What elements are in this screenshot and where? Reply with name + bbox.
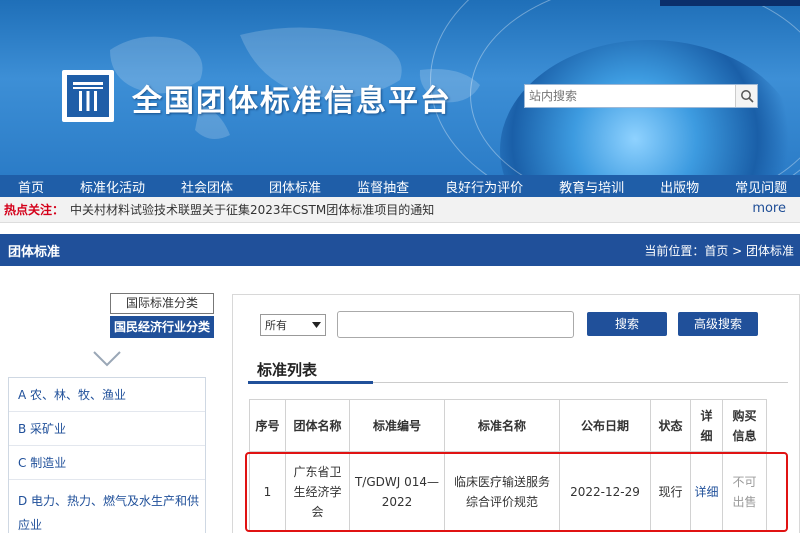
section-header: 团体标准 当前位置：首页 > 团体标准 xyxy=(0,234,800,266)
nav-item-home[interactable]: 首页 xyxy=(0,177,62,196)
col-header-detail: 详细 xyxy=(690,399,723,452)
advanced-search-button[interactable]: 高级搜索 xyxy=(678,312,758,336)
col-header-buy: 购买信息 xyxy=(722,399,767,452)
chevron-down-icon xyxy=(312,322,321,328)
list-title: 标准列表 xyxy=(257,361,318,379)
breadcrumb: 当前位置：首页 > 团体标准 xyxy=(644,243,794,258)
site-title: 全国团体标准信息平台 xyxy=(132,84,452,119)
hot-notice-link[interactable]: 中关村材料试验技术联盟关于征集2023年CSTM团体标准项目的通知 xyxy=(70,201,434,218)
category-list: A 农、林、牧、渔业 B 采矿业 C 制造业 D 电力、热力、燃气及水生产和供应… xyxy=(8,377,206,533)
top-links-strip xyxy=(660,0,800,6)
header-banner: 全国团体标准信息平台 xyxy=(0,0,800,175)
site-search xyxy=(524,84,758,108)
hot-notice-bar: 热点关注： 中关村材料试验技术联盟关于征集2023年CSTM团体标准项目的通知 … xyxy=(0,197,800,223)
col-header-code: 标准编号 xyxy=(349,399,445,452)
table-header-row: 序号 团体名称 标准编号 标准名称 公布日期 状态 详细 购买信息 xyxy=(249,399,767,452)
nav-item-standardization[interactable]: 标准化活动 xyxy=(62,177,163,196)
category-item-c[interactable]: C 制造业 xyxy=(9,446,205,480)
nav-item-faq[interactable]: 常见问题 xyxy=(717,177,800,196)
col-header-status: 状态 xyxy=(650,399,691,452)
nav-item-good-conduct[interactable]: 良好行为评价 xyxy=(427,177,541,196)
section-title: 团体标准 xyxy=(8,244,61,260)
col-header-name: 标准名称 xyxy=(444,399,560,452)
page: 全国团体标准信息平台 首页 标准化活动 社会团体 团体标准 监督抽查 良好行为评… xyxy=(0,0,800,533)
site-search-input[interactable] xyxy=(525,85,735,107)
more-link[interactable]: more xyxy=(752,201,786,216)
tab-economy-classification[interactable]: 国民经济行业分类 xyxy=(110,316,214,338)
nav-item-organizations[interactable]: 社会团体 xyxy=(163,177,251,196)
site-logo[interactable] xyxy=(62,70,114,122)
scope-select[interactable]: 所有 xyxy=(260,314,326,336)
main-nav: 首页 标准化活动 社会团体 团体标准 监督抽查 良好行为评价 教育与培训 出版物… xyxy=(0,175,800,197)
col-header-date: 公布日期 xyxy=(559,399,651,452)
chevron-down-icon xyxy=(93,351,121,367)
col-header-no: 序号 xyxy=(249,399,286,452)
search-button[interactable]: 搜索 xyxy=(587,312,667,336)
nav-item-training[interactable]: 教育与培训 xyxy=(541,177,642,196)
row-highlight-box xyxy=(245,452,788,532)
col-header-org: 团体名称 xyxy=(285,399,350,452)
search-icon[interactable] xyxy=(735,85,757,107)
title-underline xyxy=(248,381,373,384)
nav-item-supervision[interactable]: 监督抽查 xyxy=(339,177,427,196)
scope-select-value: 所有 xyxy=(265,319,287,332)
logo-icon xyxy=(67,75,109,117)
tab-international-classification[interactable]: 国际标准分类 xyxy=(110,293,214,314)
nav-item-group-standards[interactable]: 团体标准 xyxy=(251,177,339,196)
nav-item-publications[interactable]: 出版物 xyxy=(642,177,717,196)
category-item-a[interactable]: A 农、林、牧、渔业 xyxy=(9,378,205,412)
category-item-b[interactable]: B 采矿业 xyxy=(9,412,205,446)
hot-notice-label: 热点关注： xyxy=(4,203,65,217)
category-item-d[interactable]: D 电力、热力、燃气及水生产和供应业 xyxy=(9,480,205,533)
keyword-input[interactable] xyxy=(337,311,574,338)
